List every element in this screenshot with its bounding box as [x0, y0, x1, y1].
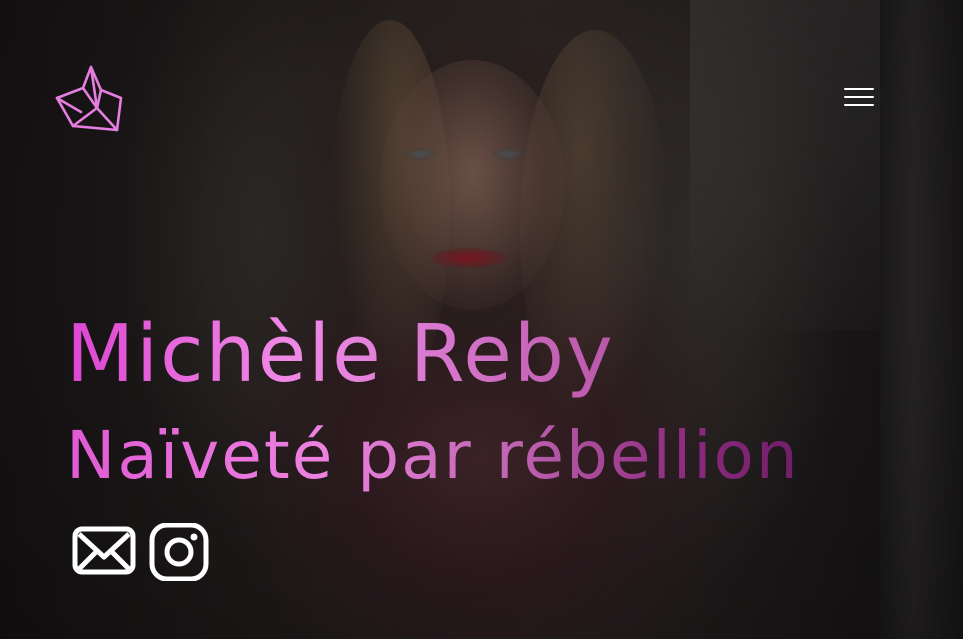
instagram-link[interactable] [149, 522, 209, 582]
hamburger-menu-button[interactable] [842, 84, 876, 112]
artist-name: Michèle Reby [66, 308, 615, 400]
hamburger-menu-icon [844, 88, 874, 90]
email-link[interactable] [72, 523, 136, 581]
hamburger-menu-icon [844, 96, 874, 98]
instagram-icon [149, 522, 209, 582]
hamburger-menu-icon [844, 104, 874, 106]
site-logo[interactable] [53, 64, 125, 134]
tagline: Naïveté par rébellion [66, 414, 800, 498]
crown-icon [55, 65, 123, 132]
mail-icon [72, 526, 136, 575]
